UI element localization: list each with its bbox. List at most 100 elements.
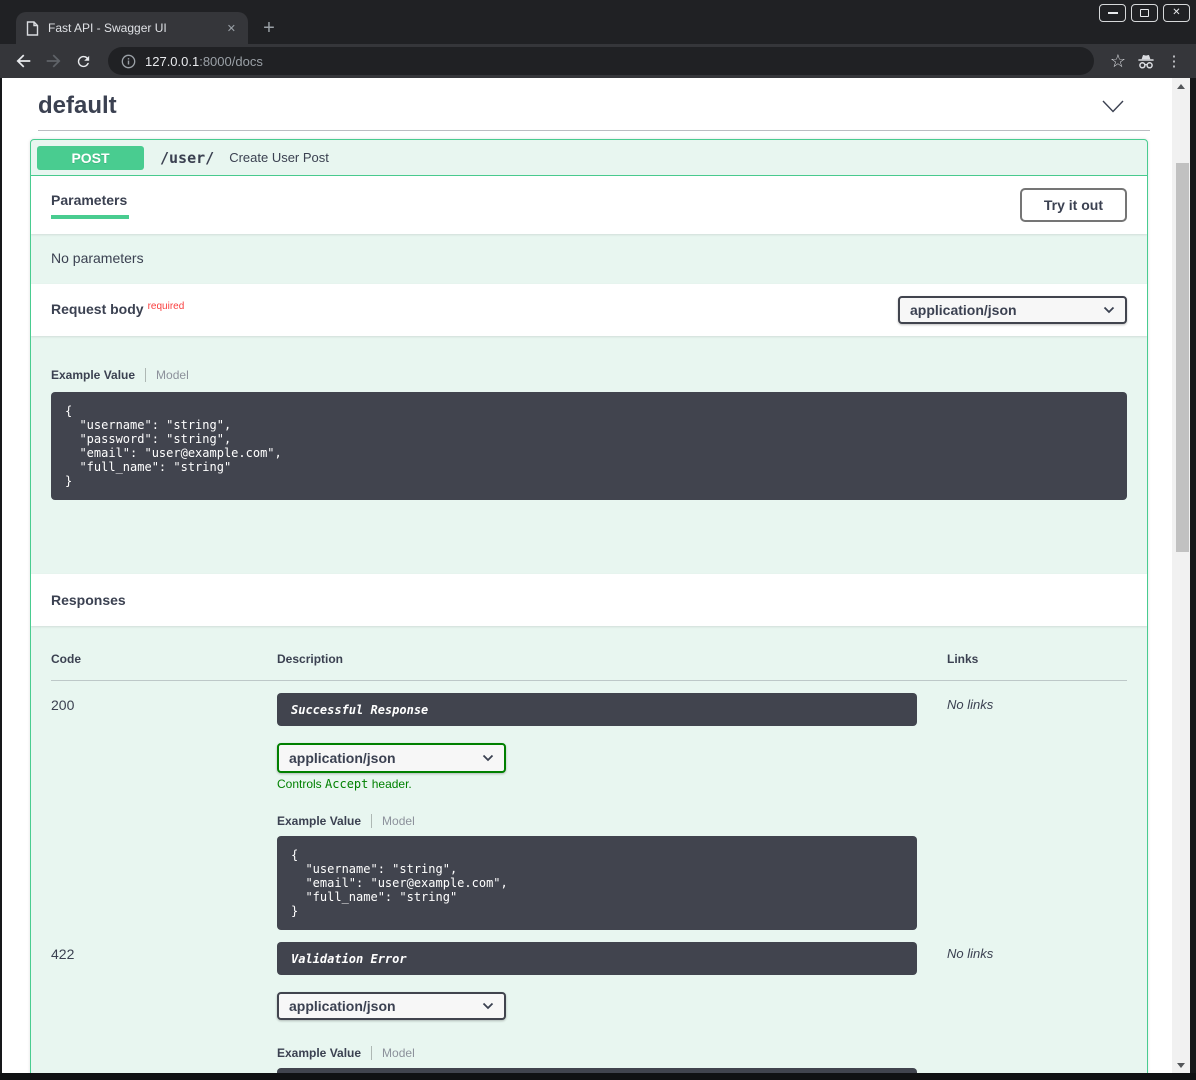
forward-arrow-icon: [45, 53, 62, 69]
scrollbar-thumb[interactable]: [1176, 163, 1189, 552]
scrollbar-up-arrow[interactable]: [1172, 78, 1190, 94]
parameters-tab[interactable]: Parameters: [51, 192, 129, 219]
response-media-type-value: application/json: [289, 750, 396, 766]
response-links: No links: [947, 693, 1127, 712]
method-badge: POST: [37, 146, 144, 170]
parameters-header: Parameters Try it out: [31, 176, 1147, 234]
response-media-type-select[interactable]: application/json: [277, 743, 506, 773]
maximize-icon: [1140, 9, 1149, 17]
select-chevron-icon: [482, 1002, 494, 1010]
endpoint-summary: Create User Post: [229, 150, 329, 165]
tab-model[interactable]: Model: [382, 1046, 415, 1060]
try-it-out-button[interactable]: Try it out: [1020, 188, 1127, 222]
no-parameters-message: No parameters: [31, 234, 1147, 284]
request-body-label-group: Request bodyrequired: [51, 301, 184, 319]
star-icon: ☆: [1110, 52, 1126, 70]
select-chevron-icon: [1103, 306, 1115, 314]
minimize-icon: [1108, 12, 1118, 14]
column-description: Description: [277, 652, 947, 666]
response-description-cell: Successful Response application/json Con…: [277, 693, 947, 930]
tab-separator: [371, 814, 372, 828]
request-media-type-value: application/json: [910, 302, 1017, 318]
responses-title: Responses: [51, 592, 126, 608]
close-button[interactable]: ✕: [1163, 4, 1190, 22]
incognito-icon: [1136, 53, 1156, 70]
tab-example-value[interactable]: Example Value: [277, 814, 361, 828]
maximize-button[interactable]: [1131, 4, 1158, 22]
window-edge-left: [0, 78, 2, 1080]
endpoint-path: /user/: [160, 149, 214, 167]
responses-header: Responses: [31, 574, 1147, 626]
tab-model[interactable]: Model: [382, 814, 415, 828]
browser-menu-button[interactable]: ⋮: [1160, 47, 1188, 75]
swagger-ui: default POST /user/ Create User Post Par…: [2, 78, 1172, 1079]
browser-toolbar: 127.0.0.1:8000/docs ☆ ⋮: [0, 44, 1196, 78]
response-row-422: 422 Validation Error application/json Ex…: [51, 930, 1127, 1079]
response-code: 422: [51, 942, 277, 962]
tab-close-icon[interactable]: ✕: [225, 22, 238, 35]
window-controls: ✕: [1099, 4, 1190, 22]
response-links: No links: [947, 942, 1127, 961]
page-scrollbar[interactable]: [1172, 78, 1190, 1073]
controls-accept-note: Controls Accept header.: [277, 777, 947, 791]
example-model-tabs: Example Value Model: [277, 1046, 947, 1060]
response-description: Validation Error: [277, 942, 917, 975]
request-example-area: Example Value Model { "username": "strin…: [31, 336, 1147, 574]
opblock-summary[interactable]: POST /user/ Create User Post: [31, 140, 1147, 176]
window-edge-bottom: [0, 1073, 1196, 1080]
note-header-name: Accept: [325, 777, 368, 791]
scrollbar-down-arrow[interactable]: [1172, 1057, 1190, 1073]
responses-table-header: Code Description Links: [51, 652, 1127, 666]
new-tab-button[interactable]: +: [256, 15, 282, 41]
tag-section-header[interactable]: default: [2, 78, 1172, 120]
response-row-200: 200 Successful Response application/json…: [51, 681, 1127, 930]
tab-model[interactable]: Model: [156, 368, 189, 382]
response-example-code: { "username": "string", "email": "user@e…: [277, 836, 917, 930]
minimize-button[interactable]: [1099, 4, 1126, 22]
reload-icon: [75, 53, 92, 70]
incognito-indicator[interactable]: [1132, 47, 1160, 75]
column-links: Links: [947, 652, 1127, 666]
url-host: 127.0.0.1: [145, 54, 199, 69]
tab-title: Fast API - Swagger UI: [48, 21, 225, 35]
triangle-down-icon: [1177, 1063, 1185, 1068]
tab-example-value[interactable]: Example Value: [277, 1046, 361, 1060]
response-media-type-select[interactable]: application/json: [277, 992, 506, 1020]
response-description-cell: Validation Error application/json Exampl…: [277, 942, 947, 1079]
back-arrow-icon: [15, 53, 32, 69]
tab-strip: ✕ Fast API - Swagger UI ✕ +: [0, 0, 1196, 44]
menu-dots-icon: ⋮: [1167, 54, 1182, 69]
url-text: 127.0.0.1:8000/docs: [145, 54, 263, 69]
forward-button[interactable]: [38, 47, 68, 75]
window-edge-right: [1190, 78, 1196, 1080]
page-favicon-icon: [26, 21, 39, 36]
note-prefix: Controls: [277, 777, 325, 791]
site-info-icon[interactable]: [121, 54, 136, 69]
response-description: Successful Response: [277, 693, 917, 726]
responses-table: Code Description Links 200 Successful Re…: [31, 626, 1147, 1079]
page-content: default POST /user/ Create User Post Par…: [0, 78, 1196, 1080]
select-chevron-icon: [482, 754, 494, 762]
triangle-up-icon: [1177, 84, 1185, 89]
note-suffix: header.: [368, 777, 411, 791]
browser-tab[interactable]: Fast API - Swagger UI ✕: [16, 12, 248, 44]
request-example-code: { "username": "string", "password": "str…: [51, 392, 1127, 500]
reload-button[interactable]: [68, 47, 98, 75]
section-divider: [38, 130, 1150, 131]
request-media-type-select[interactable]: application/json: [898, 296, 1127, 324]
url-path: :8000/docs: [199, 54, 263, 69]
request-body-title: Request body: [51, 301, 144, 317]
opblock-post-user: POST /user/ Create User Post Parameters …: [30, 139, 1148, 1079]
response-media-type-value: application/json: [289, 998, 396, 1014]
response-code: 200: [51, 693, 277, 713]
bookmark-star-button[interactable]: ☆: [1104, 47, 1132, 75]
example-model-tabs: Example Value Model: [277, 814, 947, 828]
tab-example-value[interactable]: Example Value: [51, 368, 135, 382]
address-bar[interactable]: 127.0.0.1:8000/docs: [108, 47, 1094, 75]
column-code: Code: [51, 652, 277, 666]
back-button[interactable]: [8, 47, 38, 75]
tag-title: default: [38, 92, 117, 120]
tab-separator: [145, 368, 146, 382]
browser-window: ✕ Fast API - Swagger UI ✕ +: [0, 0, 1196, 1080]
chevron-down-icon[interactable]: [1102, 100, 1124, 113]
